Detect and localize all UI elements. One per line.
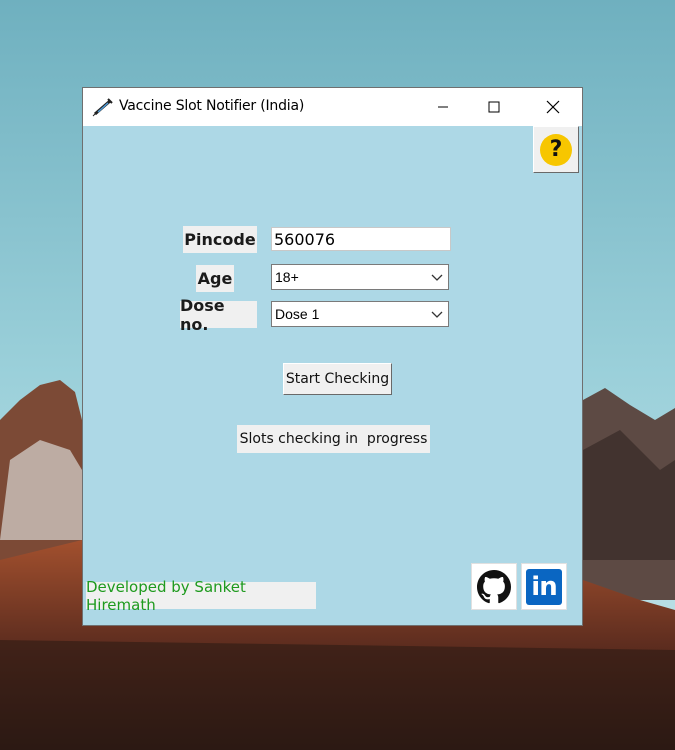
start-checking-button[interactable]: Start Checking: [283, 363, 392, 395]
minimize-icon: [438, 106, 448, 108]
help-button[interactable]: ?: [533, 126, 579, 173]
syringe-icon: [92, 97, 114, 117]
app-client-area: ? Pincode Age 18+ Dose no. Dose 1 Start …: [83, 126, 582, 625]
age-select-value: 18+: [275, 269, 299, 285]
app-window: Vaccine Slot Notifier (India) ? Pincode …: [82, 87, 583, 626]
help-icon: ?: [540, 133, 572, 166]
close-button[interactable]: [530, 88, 576, 126]
github-icon: [477, 569, 511, 603]
close-icon: [546, 100, 560, 114]
dose-select[interactable]: Dose 1: [271, 301, 449, 327]
developer-credit: Developed by Sanket Hiremath: [86, 578, 316, 614]
chevron-down-icon: [431, 311, 443, 318]
linkedin-button[interactable]: in: [521, 563, 567, 610]
age-select[interactable]: 18+: [271, 264, 449, 290]
maximize-icon: [488, 101, 500, 113]
linkedin-icon: in: [526, 568, 562, 605]
title-bar[interactable]: Vaccine Slot Notifier (India): [83, 88, 582, 126]
age-label: Age: [196, 265, 234, 292]
pincode-input[interactable]: [271, 227, 451, 251]
pincode-label: Pincode: [183, 226, 257, 253]
window-title: Vaccine Slot Notifier (India): [119, 98, 305, 114]
maximize-button[interactable]: [471, 88, 517, 126]
github-button[interactable]: [471, 563, 517, 610]
dose-select-value: Dose 1: [275, 306, 320, 322]
status-text: Slots checking in progress: [237, 425, 430, 453]
minimize-button[interactable]: [420, 88, 466, 126]
chevron-down-icon: [431, 274, 443, 281]
dose-label: Dose no.: [180, 296, 257, 334]
